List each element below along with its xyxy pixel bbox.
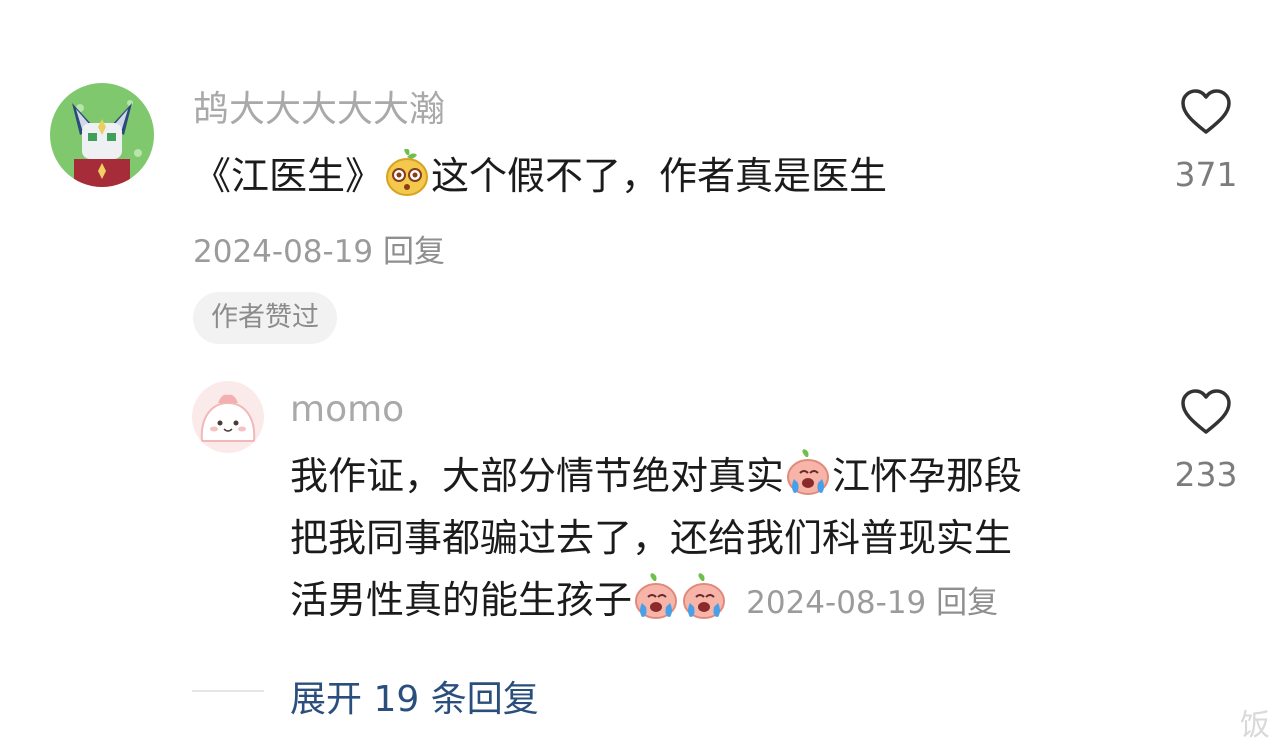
- reply-line3-text: 活男性真的能生孩子: [290, 578, 633, 622]
- reply-text-line-1: 我作证，大部分情节绝对真实 江怀孕那段: [290, 445, 1022, 507]
- comment-meta: 2024-08-19 回复: [193, 226, 445, 271]
- commenter-username[interactable]: 鸪大大大大大瀚: [193, 92, 445, 128]
- commenter-avatar[interactable]: [50, 83, 154, 187]
- reply-username[interactable]: momo: [290, 392, 404, 428]
- comment-text: 《江医生》 这个假不了，作者真是医生: [193, 145, 887, 207]
- comment-text-after: 这个假不了，作者真是医生: [431, 154, 888, 198]
- heart-icon: [1181, 89, 1231, 134]
- crying-face-emoji-icon: [784, 449, 832, 497]
- comment-text-before: 《江医生》: [193, 154, 384, 198]
- crying-face-emoji-icon: [680, 573, 728, 621]
- reply-reply-button[interactable]: 回复: [936, 585, 998, 621]
- reply-date: 2024-08-19: [746, 585, 927, 621]
- comment-reply-button[interactable]: 回复: [383, 234, 445, 270]
- reply-text: 我作证，大部分情节绝对真实 江怀孕那段 把我同事都骗过去了，还给我们科普现实生 …: [290, 445, 1022, 634]
- comment-date: 2024-08-19: [193, 234, 374, 270]
- comment-like-count: 371: [1174, 155, 1238, 194]
- crying-face-emoji-icon: [632, 573, 680, 621]
- reply-line1-before: 我作证，大部分情节绝对真实: [290, 454, 785, 498]
- heart-icon: [1181, 389, 1231, 434]
- comment-like-button[interactable]: [1180, 88, 1232, 136]
- reply-meta: 2024-08-19 回复: [746, 585, 998, 621]
- reply-text-line-3: 活男性真的能生孩子 2024-08-19 回复: [290, 569, 1022, 634]
- wow-face-emoji-icon: [383, 149, 431, 197]
- reply-like-button[interactable]: [1180, 388, 1232, 436]
- reply-avatar[interactable]: [192, 381, 264, 453]
- expand-replies-button[interactable]: 展开 19 条回复: [290, 670, 539, 722]
- watermark: 饭: [1240, 708, 1270, 743]
- reply-line1-after: 江怀孕那段: [832, 454, 1023, 498]
- author-liked-badge: 作者赞过: [193, 292, 337, 344]
- reply-like-count: 233: [1174, 455, 1238, 494]
- expand-divider: [192, 690, 264, 692]
- reply-text-line-2: 把我同事都骗过去了，还给我们科普现实生: [290, 516, 1013, 560]
